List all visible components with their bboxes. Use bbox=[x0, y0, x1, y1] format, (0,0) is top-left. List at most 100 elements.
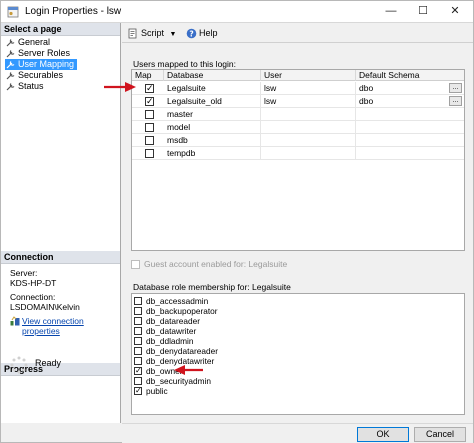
script-label: Script bbox=[141, 28, 165, 38]
script-icon bbox=[128, 28, 137, 39]
map-checkbox[interactable] bbox=[145, 123, 154, 132]
table-row[interactable]: tempdb bbox=[132, 147, 464, 160]
grid-header: Map Database User Default Schema bbox=[132, 70, 464, 81]
map-checkbox[interactable] bbox=[145, 149, 154, 158]
page-item-label: Securables bbox=[18, 70, 64, 80]
page-item-status[interactable]: Status bbox=[5, 81, 47, 92]
view-connection-properties-link[interactable]: View connection properties bbox=[10, 316, 120, 336]
page-item-general[interactable]: General bbox=[5, 37, 53, 48]
guest-account-option: Guest account enabled for: Legalsuite bbox=[131, 259, 287, 269]
schema-cell[interactable]: dbo bbox=[356, 95, 464, 108]
user-cell[interactable] bbox=[261, 121, 356, 134]
role-checkbox[interactable] bbox=[134, 357, 142, 365]
role-checkbox[interactable] bbox=[134, 365, 142, 377]
page-item-label: Status bbox=[18, 81, 44, 91]
page-item-securables[interactable]: Securables bbox=[5, 70, 66, 81]
schema-browse-button[interactable]: ... bbox=[449, 96, 462, 106]
role-label: public bbox=[146, 386, 168, 396]
role-checkbox[interactable] bbox=[134, 385, 142, 397]
dialog-button-bar: OK Cancel bbox=[122, 423, 473, 443]
user-cell[interactable]: lsw bbox=[261, 82, 356, 95]
role-membership-list: db_accessadmin db_backupoperator db_data… bbox=[131, 293, 465, 415]
close-button[interactable]: ✕ bbox=[437, 1, 473, 22]
window-title: Login Properties - lsw bbox=[25, 6, 122, 17]
column-header-user: User bbox=[261, 70, 356, 81]
table-row[interactable]: Legalsuite_old lsw dbo ... bbox=[132, 95, 464, 108]
list-item[interactable]: db_accessadmin bbox=[134, 296, 208, 306]
help-button[interactable]: ? Help bbox=[186, 27, 218, 40]
column-header-default-schema: Default Schema bbox=[359, 70, 420, 80]
role-checkbox[interactable] bbox=[134, 307, 142, 315]
wrench-icon bbox=[6, 39, 15, 47]
role-checkbox[interactable] bbox=[134, 347, 142, 355]
map-checkbox[interactable] bbox=[145, 136, 154, 145]
list-item[interactable]: db_datareader bbox=[134, 316, 200, 326]
table-row[interactable]: model bbox=[132, 121, 464, 134]
help-icon: ? bbox=[186, 28, 197, 39]
page-item-label: Server Roles bbox=[18, 48, 71, 58]
list-item[interactable]: public bbox=[134, 385, 168, 397]
user-mapping-grid: Map Database User Default Schema Legalsu… bbox=[131, 69, 465, 251]
page-item-user-mapping[interactable]: User Mapping bbox=[5, 59, 78, 70]
list-item[interactable]: db_securityadmin bbox=[134, 376, 211, 386]
login-properties-window: Login Properties - lsw — ☐ ✕ Select a pa… bbox=[0, 0, 474, 443]
role-label: db_datareader bbox=[146, 316, 200, 326]
user-cell[interactable]: lsw bbox=[261, 95, 356, 108]
role-checkbox[interactable] bbox=[134, 337, 142, 345]
schema-cell[interactable]: dbo bbox=[356, 82, 464, 95]
database-cell: tempdb bbox=[164, 147, 261, 160]
role-label: db_ddladmin bbox=[146, 336, 194, 346]
database-cell: model bbox=[164, 121, 261, 134]
chevron-down-icon[interactable]: ▼ bbox=[170, 31, 177, 38]
table-row[interactable]: msdb bbox=[132, 134, 464, 147]
schema-cell[interactable] bbox=[356, 108, 464, 121]
users-mapped-label: Users mapped to this login: bbox=[133, 59, 236, 69]
title-bar[interactable]: Login Properties - lsw — ☐ ✕ bbox=[1, 1, 473, 23]
guest-account-checkbox bbox=[131, 260, 140, 269]
schema-cell[interactable] bbox=[356, 134, 464, 147]
maximize-button[interactable]: ☐ bbox=[405, 1, 441, 22]
red-arrow-annotation-icon bbox=[174, 365, 203, 375]
table-row[interactable]: Legalsuite lsw dbo ... bbox=[132, 82, 464, 95]
role-checkbox[interactable] bbox=[134, 297, 142, 305]
role-checkbox[interactable] bbox=[134, 317, 142, 325]
role-membership-label: Database role membership for: Legalsuite bbox=[133, 282, 291, 292]
wrench-icon bbox=[6, 83, 15, 91]
database-cell: master bbox=[164, 108, 261, 121]
user-cell[interactable] bbox=[261, 134, 356, 147]
column-header-database: Database bbox=[164, 70, 261, 81]
map-checkbox[interactable] bbox=[145, 95, 154, 107]
role-checkbox[interactable] bbox=[134, 377, 142, 385]
user-cell[interactable] bbox=[261, 108, 356, 121]
schema-browse-button[interactable]: ... bbox=[449, 83, 462, 93]
list-item[interactable]: db_datawriter bbox=[134, 326, 196, 336]
database-cell: msdb bbox=[164, 134, 261, 147]
guest-account-label: Guest account enabled for: Legalsuite bbox=[144, 259, 288, 269]
cancel-button[interactable]: Cancel bbox=[414, 427, 466, 442]
server-value: KDS-HP-DT bbox=[10, 278, 57, 288]
wrench-icon bbox=[6, 72, 15, 80]
map-checkbox[interactable] bbox=[145, 110, 154, 119]
select-page-header: Select a page bbox=[1, 23, 120, 36]
user-cell[interactable] bbox=[261, 147, 356, 160]
role-label: db_accessadmin bbox=[146, 296, 209, 306]
view-connection-properties-text: View connection properties bbox=[22, 316, 84, 336]
page-item-label: User Mapping bbox=[18, 59, 75, 69]
minimize-button[interactable]: — bbox=[373, 1, 409, 22]
schema-cell[interactable] bbox=[356, 121, 464, 134]
role-label: db_securityadmin bbox=[146, 376, 212, 386]
role-checkbox[interactable] bbox=[134, 327, 142, 335]
list-item[interactable]: db_ddladmin bbox=[134, 336, 194, 346]
schema-cell[interactable] bbox=[356, 147, 464, 160]
wrench-icon bbox=[6, 50, 15, 58]
page-item-server-roles[interactable]: Server Roles bbox=[5, 48, 73, 59]
connection-label: Connection: bbox=[10, 292, 56, 302]
list-item[interactable]: db_backupoperator bbox=[134, 306, 218, 316]
list-item[interactable]: db_denydatareader bbox=[134, 346, 218, 356]
map-checkbox[interactable] bbox=[145, 82, 154, 94]
role-label: db_datawriter bbox=[146, 326, 197, 336]
ok-button[interactable]: OK bbox=[357, 427, 409, 442]
red-arrow-annotation-icon bbox=[104, 82, 136, 92]
script-button[interactable]: Script ▼ bbox=[128, 27, 176, 40]
table-row[interactable]: master bbox=[132, 108, 464, 121]
